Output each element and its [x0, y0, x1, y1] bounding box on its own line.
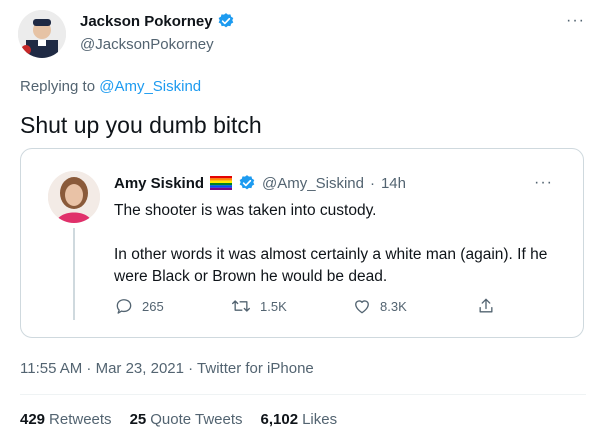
likes-label: Likes — [302, 411, 338, 428]
retweet-count: 1.5K — [260, 298, 287, 314]
quoted-text-line-2: In other words it was almost certainly a… — [114, 246, 548, 285]
retweets-stat[interactable]: 429 Retweets — [20, 411, 112, 428]
author-name[interactable]: Jackson Pokorney — [80, 12, 235, 30]
quoted-verified-badge-icon — [239, 175, 255, 190]
like-count: 8.3K — [380, 298, 407, 314]
reply-count: 265 — [142, 298, 164, 314]
retweets-label: Retweets — [49, 411, 112, 428]
author-handle[interactable]: @JacksonPokorney — [80, 36, 214, 53]
quoted-author-avatar[interactable] — [48, 171, 100, 223]
quoted-separator: · — [369, 174, 375, 192]
reply-icon — [116, 299, 132, 314]
author-name-text: Jackson Pokorney — [80, 12, 213, 30]
like-action[interactable]: 8.3K — [352, 296, 407, 316]
avatar-image — [18, 10, 66, 58]
more-options-icon[interactable]: ··· — [566, 12, 585, 30]
retweet-icon — [232, 300, 250, 312]
share-action[interactable] — [476, 296, 496, 316]
quote-tweets-label: Quote Tweets — [150, 411, 243, 428]
quoted-time[interactable]: 14h — [381, 175, 406, 192]
author-avatar[interactable] — [18, 10, 66, 58]
replying-to-link[interactable]: @Amy_Siskind — [99, 78, 201, 95]
quoted-tweet-text: The shooter is was taken into custody. I… — [114, 200, 564, 288]
quoted-author-name[interactable]: Amy Siskind — [114, 175, 204, 192]
quote-tweets-count: 25 — [129, 411, 147, 428]
retweets-count: 429 — [20, 411, 46, 428]
quote-tweets-stat[interactable]: 25 Quote Tweets — [130, 411, 243, 428]
replying-prefix: Replying to — [20, 78, 96, 95]
tweet-text: Shut up you dumb bitch — [20, 112, 262, 138]
tweet-timestamp[interactable]: 11:55 AM · Mar 23, 2021 · Twitter for iP… — [20, 360, 314, 377]
divider — [20, 394, 586, 395]
reply-action[interactable]: 265 — [114, 296, 164, 316]
quoted-author-handle[interactable]: @Amy_Siskind — [262, 175, 364, 192]
engagement-stats: 429 Retweets 25 Quote Tweets 6,102 Likes — [20, 411, 337, 428]
retweet-action[interactable]: 1.5K — [230, 296, 287, 316]
rainbow-flag-icon — [210, 176, 233, 190]
likes-stat[interactable]: 6,102 Likes — [261, 411, 338, 428]
verified-badge-icon — [218, 13, 233, 28]
heart-icon — [355, 300, 369, 314]
quoted-text-line-1: The shooter is was taken into custody. — [114, 202, 377, 219]
likes-count: 6,102 — [260, 411, 299, 428]
share-icon — [479, 298, 493, 313]
quoted-more-options-icon[interactable]: ··· — [534, 174, 553, 192]
quoted-avatar-image — [48, 171, 100, 223]
thread-line — [73, 228, 75, 320]
quoted-header: Amy Siskind @Amy_Siskind · 14h — [114, 174, 406, 192]
replying-to: Replying to @Amy_Siskind — [20, 78, 201, 95]
